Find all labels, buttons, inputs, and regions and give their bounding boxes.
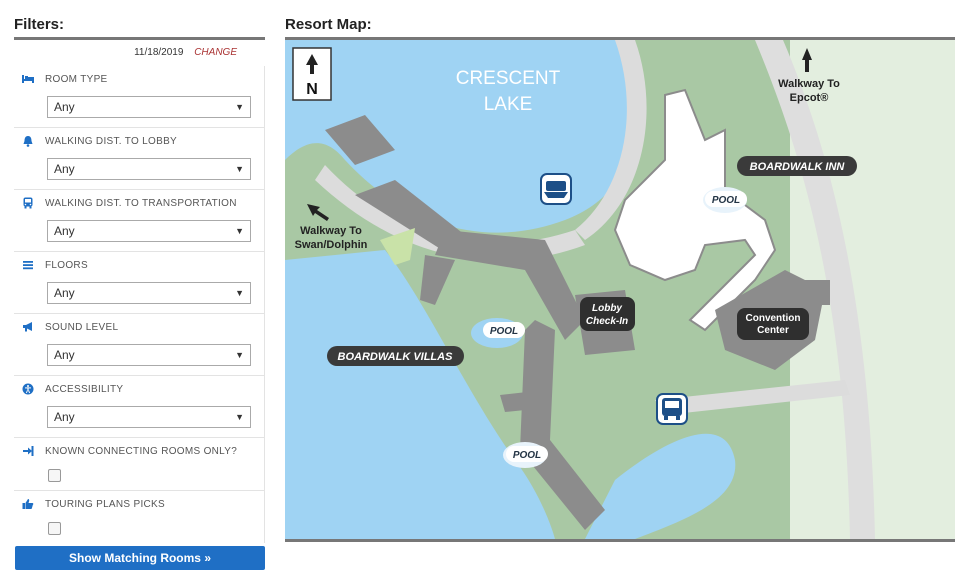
- select-value: Any: [54, 348, 75, 362]
- accessibility-select[interactable]: Any ▼: [47, 406, 251, 428]
- villas-pool-label: POOL: [490, 326, 518, 337]
- filter-floors: FLOORS Any ▼: [14, 252, 265, 314]
- sign-in-icon: [23, 446, 34, 456]
- bus-icon: [23, 197, 33, 209]
- select-value: Any: [54, 162, 75, 176]
- bed-icon: [22, 75, 34, 83]
- list-icon: [23, 261, 33, 270]
- change-date-link[interactable]: CHANGE: [194, 47, 237, 58]
- resort-map: N CRESCENT LAKE Walkway To Epcot® Walkwa…: [285, 37, 955, 542]
- filter-label: TOURING PLANS PICKS: [45, 499, 165, 510]
- show-matching-rooms-button[interactable]: Show Matching Rooms »: [15, 546, 265, 570]
- filter-label: WALKING DIST. TO TRANSPORTATION: [45, 198, 237, 209]
- north-label: N: [306, 81, 318, 98]
- walking-transportation-select[interactable]: Any ▼: [47, 220, 251, 242]
- lobby-label-line1: Lobby: [592, 303, 622, 314]
- selected-date: 11/18/2019: [134, 47, 184, 58]
- boardwalk-villas-label: BOARDWALK VILLAS: [338, 351, 454, 363]
- dropdown-arrow-icon: ▼: [235, 412, 244, 422]
- convention-wing: [805, 280, 830, 305]
- filters-title: Filters:: [14, 16, 65, 33]
- select-value: Any: [54, 286, 75, 300]
- bus-stop-icon[interactable]: [656, 393, 688, 425]
- lake-name-line1: CRESCENT: [456, 68, 561, 89]
- filter-connecting-rooms: KNOWN CONNECTING ROOMS ONLY?: [14, 438, 265, 491]
- walkway-epcot-line1: Walkway To: [778, 78, 840, 90]
- connecting-rooms-checkbox[interactable]: [48, 469, 61, 482]
- map-title: Resort Map:: [285, 16, 372, 33]
- dropdown-arrow-icon: ▼: [235, 164, 244, 174]
- filter-label: ROOM TYPE: [45, 74, 108, 85]
- filter-walking-transportation: WALKING DIST. TO TRANSPORTATION Any ▼: [14, 190, 265, 252]
- filter-accessibility: ACCESSIBILITY Any ▼: [14, 376, 265, 438]
- boardwalk-inn-label: BOARDWALK INN: [750, 161, 846, 173]
- touring-plans-checkbox[interactable]: [48, 522, 61, 535]
- lake-name-line2: LAKE: [484, 94, 533, 115]
- dropdown-arrow-icon: ▼: [235, 226, 244, 236]
- filters-panel: 11/18/2019 CHANGE ROOM TYPE Any ▼ WALKING…: [14, 37, 265, 544]
- filter-room-type: ROOM TYPE Any ▼: [14, 66, 265, 128]
- filter-label: KNOWN CONNECTING ROOMS ONLY?: [45, 446, 238, 457]
- filter-touring-plans-picks: TOURING PLANS PICKS: [14, 491, 265, 543]
- convention-label-line2: Center: [757, 325, 789, 336]
- megaphone-icon: [23, 322, 32, 332]
- filter-walking-lobby: WALKING DIST. TO LOBBY Any ▼: [14, 128, 265, 190]
- floors-select[interactable]: Any ▼: [47, 282, 251, 304]
- walkway-swan-line1: Walkway To: [300, 225, 362, 237]
- thumbs-up-icon: [22, 499, 34, 509]
- walkway-swan-line2: Swan/Dolphin: [295, 239, 368, 251]
- compass: N: [292, 47, 332, 101]
- lobby-label-line2: Check-In: [586, 316, 628, 327]
- date-row: 11/18/2019 CHANGE: [14, 40, 265, 66]
- filter-sound-level: SOUND LEVEL Any ▼: [14, 314, 265, 376]
- inn-pool-label: POOL: [712, 195, 740, 206]
- walking-lobby-select[interactable]: Any ▼: [47, 158, 251, 180]
- dropdown-arrow-icon: ▼: [235, 350, 244, 360]
- select-value: Any: [54, 100, 75, 114]
- filter-label: WALKING DIST. TO LOBBY: [45, 136, 178, 147]
- south-pool-label: POOL: [513, 450, 541, 461]
- walkway-epcot-line2: Epcot®: [790, 92, 829, 104]
- room-type-select[interactable]: Any ▼: [47, 96, 251, 118]
- boat-dock-icon[interactable]: [540, 173, 572, 205]
- filter-label: ACCESSIBILITY: [45, 384, 124, 395]
- filter-label: FLOORS: [45, 260, 88, 271]
- bell-icon: [23, 136, 33, 147]
- dropdown-arrow-icon: ▼: [235, 288, 244, 298]
- dropdown-arrow-icon: ▼: [235, 102, 244, 112]
- sound-level-select[interactable]: Any ▼: [47, 344, 251, 366]
- select-value: Any: [54, 224, 75, 238]
- select-value: Any: [54, 410, 75, 424]
- filter-label: SOUND LEVEL: [45, 322, 119, 333]
- accessibility-icon: [22, 383, 34, 395]
- convention-label-line1: Convention: [746, 313, 801, 324]
